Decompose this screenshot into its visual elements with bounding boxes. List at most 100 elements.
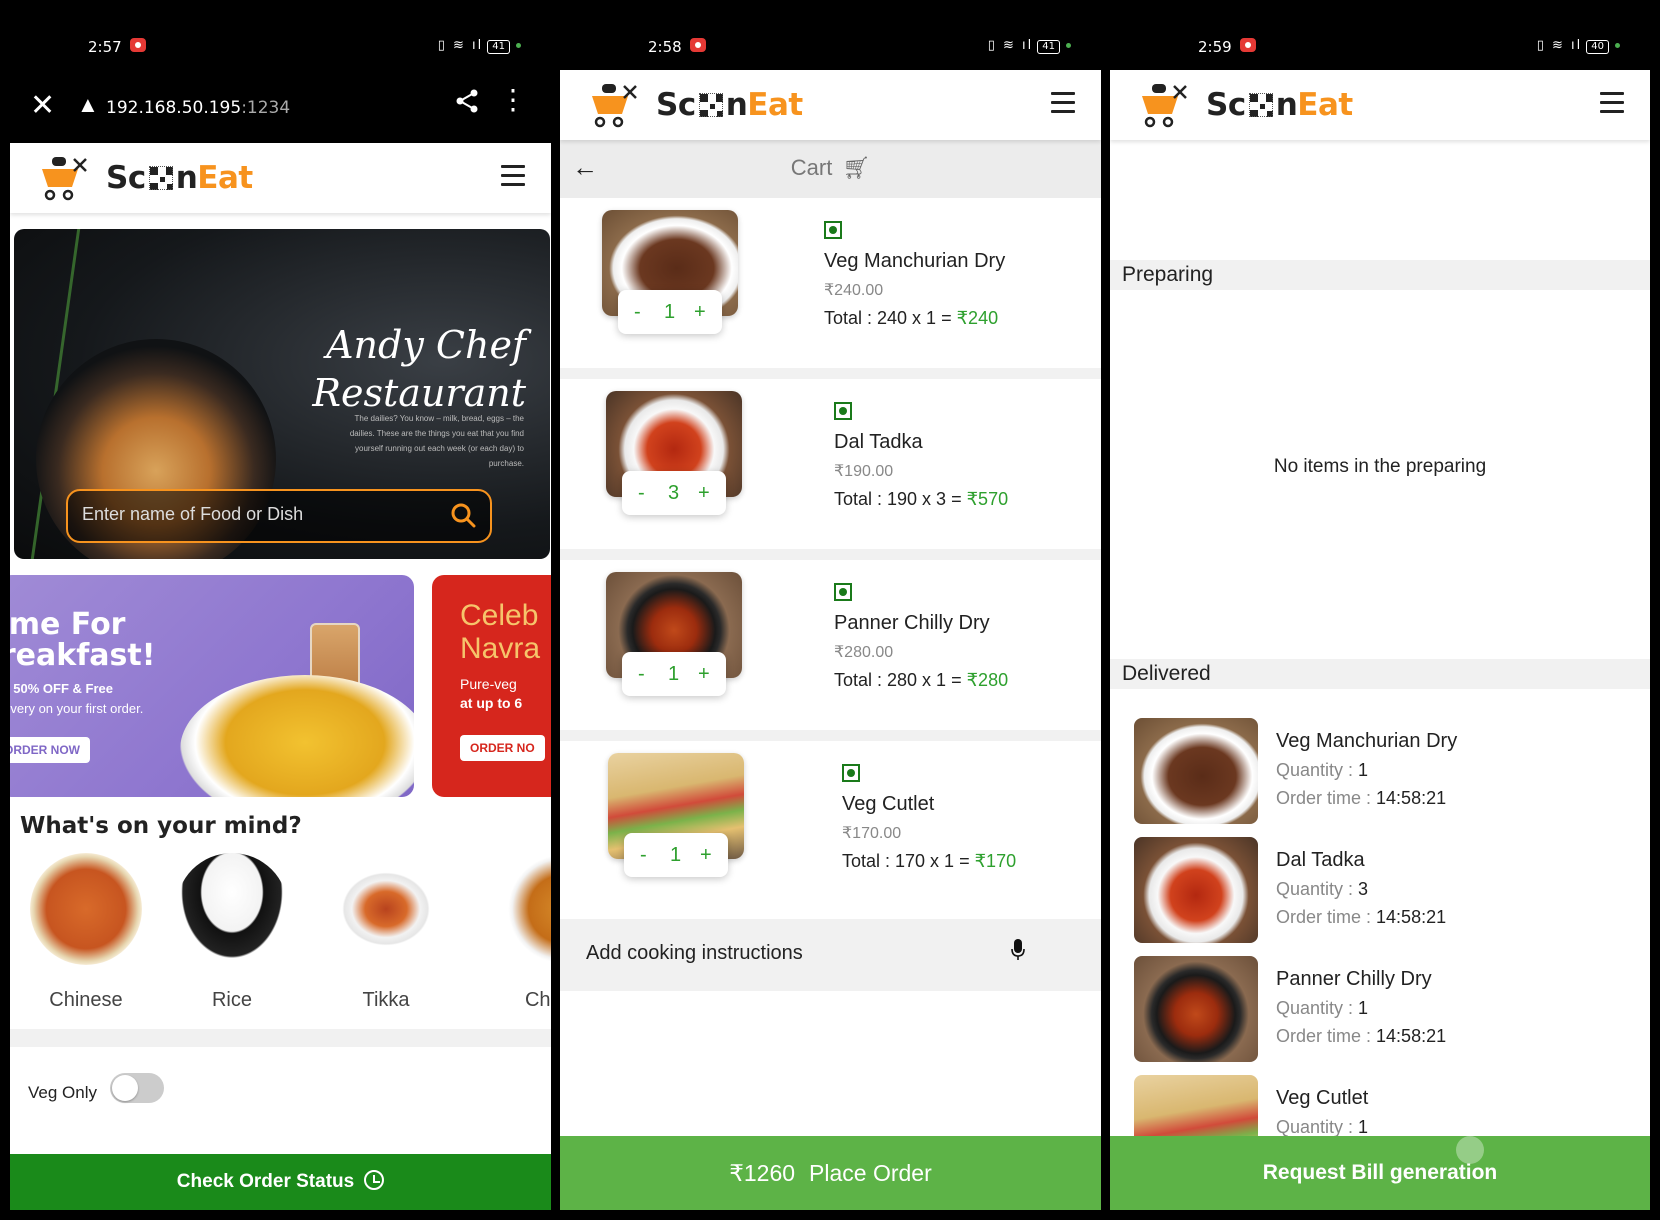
increment-button[interactable]: + <box>698 663 710 686</box>
url-bar[interactable]: 192.168.50.195:1234 <box>106 98 290 118</box>
item-name: Panner Chilly Dry <box>1276 968 1432 990</box>
order-total: ₹1260 <box>729 1160 796 1186</box>
item-total: Total : 280 x 1 = ₹280 <box>834 670 1008 691</box>
logo-chef-cart-icon <box>42 157 87 201</box>
item-total-text: Total : 190 x 3 = <box>834 489 962 509</box>
section-divider <box>10 1029 551 1047</box>
item-total-amount: ₹170 <box>974 851 1017 871</box>
quantity-stepper[interactable]: - 1 + <box>622 652 726 696</box>
quantity-stepper[interactable]: - 1 + <box>624 833 728 877</box>
category-image <box>319 853 453 965</box>
item-total-amount: ₹570 <box>966 489 1009 509</box>
item-quantity: Quantity : 3 <box>1276 879 1368 900</box>
cart-item: - 3 + Dal Tadka ₹190.00 Total : 190 x 3 … <box>560 379 1101 549</box>
cart-screen: Sc nEat ← Cart 🛒︎ - 1 + Veg Manchurian Dry… <box>560 70 1101 1210</box>
decrement-button[interactable]: - <box>638 663 645 686</box>
quantity-stepper[interactable]: - 1 + <box>618 290 722 334</box>
more-options-icon[interactable]: ⋮ <box>499 86 527 114</box>
cooking-instructions-label: Add cooking instructions <box>586 942 803 964</box>
food-image <box>1134 837 1258 943</box>
restaurant-title: Andy Chef Restaurant <box>312 321 526 417</box>
category-label: Chi <box>524 989 551 1011</box>
quantity-value: 1 <box>1358 1117 1369 1137</box>
category-label: Tikka <box>362 989 410 1011</box>
request-bill-button[interactable]: Request Bill generation <box>1110 1136 1650 1210</box>
status-bar: 2:59 ▯ ≋ ıl 40 <box>1110 0 1650 70</box>
order-now-button-2[interactable]: ORDER NO <box>460 735 545 761</box>
order-time-label: Order time : <box>1276 1026 1377 1046</box>
category-tikka[interactable]: Tikka <box>316 853 456 1012</box>
share-icon[interactable] <box>455 88 479 121</box>
promo2-headline-line1: Celeb <box>460 599 539 632</box>
food-search-input[interactable] <box>82 504 422 525</box>
promo-headline-line2: Breakfast! <box>10 638 156 673</box>
status-time: 2:59 <box>1198 38 1232 56</box>
breakfast-promo-banner[interactable]: Time For Breakfast! Get 50% OFF & Free D… <box>10 575 414 797</box>
veg-only-label: Veg Only <box>28 1083 97 1102</box>
brand-name: Sc nEat <box>656 87 803 123</box>
battery-icon: 41 <box>1037 40 1060 54</box>
increment-button[interactable]: + <box>698 482 710 505</box>
microphone-icon[interactable] <box>1011 939 1025 961</box>
poha-plate-image <box>180 675 414 797</box>
phone-cart: 2:58 ▯ ≋ ıl 41 Sc nEat ← Cart 🛒︎ - 1 + V… <box>560 0 1101 1220</box>
increment-button[interactable]: + <box>694 301 706 324</box>
item-name: Veg Manchurian Dry <box>824 250 1006 272</box>
screen-record-icon <box>1240 38 1256 52</box>
place-order-button[interactable]: ₹1260 Place Order <box>560 1136 1101 1210</box>
category-chi[interactable]: Chi <box>470 853 551 1012</box>
food-search-box[interactable] <box>66 489 492 543</box>
veg-indicator-icon <box>834 402 852 420</box>
restaurant-tagline: The dailies? You know – milk, bread, egg… <box>349 414 524 468</box>
close-icon[interactable]: ✕ <box>30 88 55 123</box>
logo-chef-cart-icon <box>1142 84 1187 128</box>
increment-button[interactable]: + <box>700 844 712 867</box>
battery-icon: 41 <box>487 40 510 54</box>
category-label: Rice <box>211 989 252 1011</box>
item-total: Total : 240 x 1 = ₹240 <box>824 308 998 329</box>
quantity-stepper[interactable]: - 3 + <box>622 471 726 515</box>
quantity-value: 1 <box>668 663 680 685</box>
place-order-label: Place Order <box>809 1160 932 1186</box>
hamburger-menu-icon[interactable] <box>1600 92 1624 114</box>
app-header: Sc nEat <box>560 70 1101 140</box>
order-time-value: 14:58:21 <box>1376 788 1447 808</box>
cart-title: Cart 🛒︎ <box>560 155 1101 181</box>
hamburger-menu-icon[interactable] <box>1051 92 1075 114</box>
home-screen: Sc nEat Andy Chef Restaurant The dailies?… <box>10 143 551 1210</box>
warning-icon[interactable]: ▲ <box>77 92 99 118</box>
order-now-button[interactable]: ORDER NOW <box>10 737 90 763</box>
navratri-promo-banner[interactable]: Celeb Navra Pure-veg at up to 6 ORDER NO <box>432 575 551 797</box>
item-total-amount: ₹280 <box>966 670 1009 690</box>
order-time-label: Order time : <box>1276 907 1377 927</box>
promo2-subtext-line1: Pure-veg <box>460 676 517 692</box>
category-chinese[interactable]: Chinese <box>16 853 156 1012</box>
cooking-instructions-row[interactable]: Add cooking instructions <box>560 919 1101 991</box>
promo-headline-line1: Time For <box>10 607 126 642</box>
logo-chef-cart-icon <box>592 84 637 128</box>
decrement-button[interactable]: - <box>640 844 647 867</box>
item-price: ₹190.00 <box>834 463 894 480</box>
food-image <box>1134 718 1258 824</box>
item-quantity: Quantity : 1 <box>1276 760 1368 781</box>
item-separator <box>560 549 1101 560</box>
veg-only-toggle[interactable] <box>110 1073 164 1103</box>
url-port: :1234 <box>241 98 291 118</box>
qr-code-icon <box>698 93 723 117</box>
decrement-button[interactable]: - <box>638 482 645 505</box>
status-time: 2:58 <box>648 38 682 56</box>
check-order-status-button[interactable]: Check Order Status <box>10 1154 551 1210</box>
restaurant-hero-banner: Andy Chef Restaurant The dailies? You kn… <box>14 229 550 559</box>
search-icon[interactable] <box>450 502 476 528</box>
veg-indicator-icon <box>842 764 860 782</box>
restaurant-title-line1: Andy Chef <box>326 323 526 367</box>
cart-item: - 1 + Veg Manchurian Dry ₹240.00 Total :… <box>560 198 1101 368</box>
category-label: Chinese <box>49 989 123 1011</box>
category-rice[interactable]: Rice <box>162 853 302 1012</box>
hamburger-menu-icon[interactable] <box>501 165 525 187</box>
item-separator <box>560 730 1101 741</box>
quantity-value: 1 <box>664 301 676 323</box>
decrement-button[interactable]: - <box>634 301 641 324</box>
status-bar: 2:57 ▯ ≋ ıl 41 <box>0 0 551 70</box>
brand-name-right: nEat <box>725 87 804 123</box>
